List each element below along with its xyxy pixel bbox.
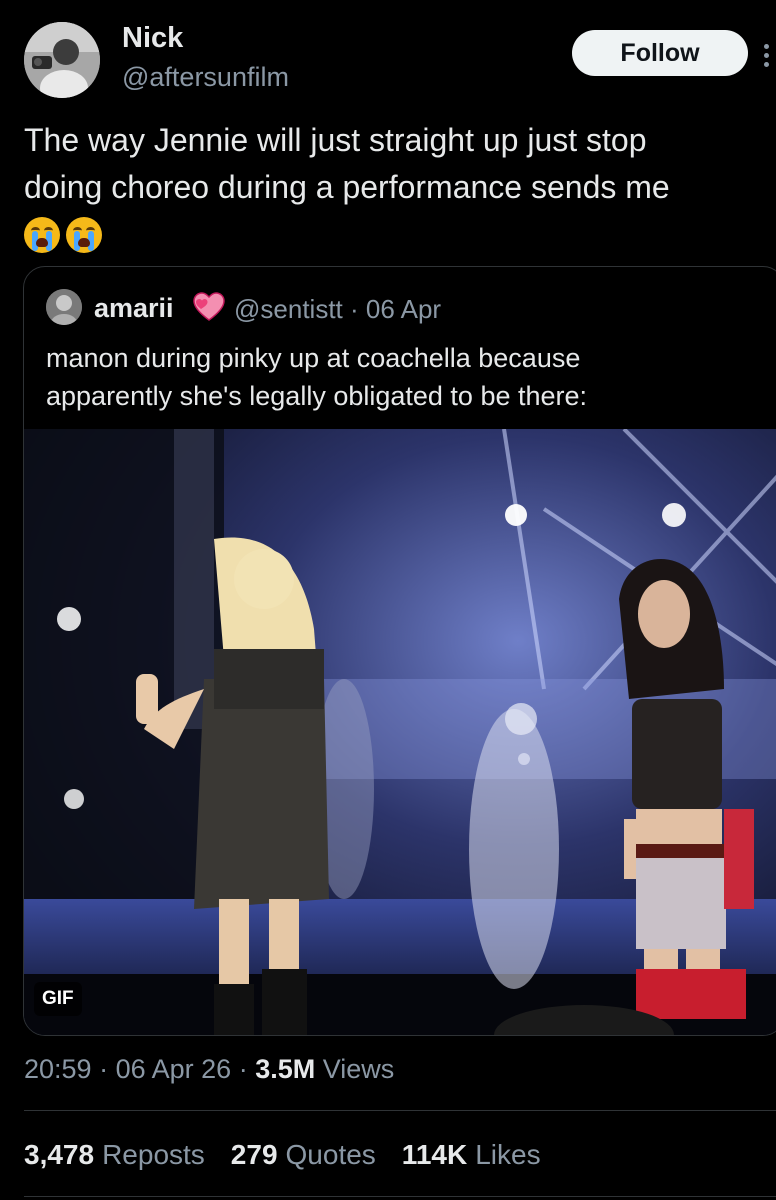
quoted-tweet[interactable]: amarii @sentistt · 06 Apr manon during p… [23, 266, 776, 1036]
likes-label: Likes [475, 1139, 541, 1170]
stage-performance-image [24, 427, 776, 1035]
likes-stat[interactable]: 114K Likes [402, 1139, 541, 1171]
reposts-label: Reposts [102, 1139, 205, 1170]
loudly-crying-face-icon [24, 217, 60, 253]
meta-separator: · [99, 1054, 116, 1084]
follow-button[interactable]: Follow [572, 30, 748, 76]
author-avatar-image [24, 22, 100, 98]
quoted-author-avatar[interactable] [46, 289, 82, 325]
author-avatar[interactable] [24, 22, 100, 98]
quotes-stat[interactable]: 279 Quotes [231, 1139, 376, 1171]
quotes-label: Quotes [285, 1139, 376, 1170]
meta-separator: · [238, 1054, 256, 1084]
revolving-hearts-icon [193, 292, 225, 321]
quoted-meta: @sentistt · 06 Apr [234, 294, 441, 325]
tweet-header: Nick @aftersunfilm Follow [0, 0, 776, 110]
views-count: 3.5M [255, 1054, 316, 1084]
tweet-timestamp: 20:59 · 06 Apr 26 · 3.5M Views [24, 1054, 394, 1085]
quoted-text-line: apparently she's legally obligated to be… [46, 381, 588, 411]
divider [24, 1196, 776, 1197]
reposts-stat[interactable]: 3,478 Reposts [24, 1139, 205, 1171]
engagement-stats: 3,478 Reposts 279 Quotes 114K Likes [24, 1139, 541, 1171]
gif-badge: GIF [34, 982, 82, 1016]
loudly-crying-face-icon [66, 217, 102, 253]
tweet-text: The way Jennie will just straight up jus… [24, 117, 764, 211]
quoted-avatar-image [46, 289, 82, 325]
tweet-date[interactable]: 06 Apr 26 [116, 1054, 232, 1084]
likes-count: 114K [401, 1139, 468, 1170]
tweet-text-line: The way Jennie will just straight up jus… [24, 122, 647, 158]
quoted-author-handle[interactable]: @sentistt [234, 294, 343, 324]
author-handle[interactable]: @aftersunfilm [122, 62, 289, 93]
quoted-text: manon during pinky up at coachella becau… [46, 339, 766, 415]
reposts-count: 3,478 [24, 1139, 95, 1170]
views-label: Views [322, 1054, 395, 1084]
quoted-author-name[interactable]: amarii [94, 293, 174, 324]
divider [24, 1110, 776, 1111]
quoted-text-line: manon during pinky up at coachella becau… [46, 343, 581, 373]
meta-separator: · [350, 294, 366, 324]
quoted-date[interactable]: 06 Apr [366, 294, 441, 324]
author-name[interactable]: Nick [122, 22, 183, 55]
more-options-icon[interactable] [764, 44, 770, 68]
tweet-time[interactable]: 20:59 [24, 1054, 92, 1084]
tweet-emojis [24, 217, 102, 253]
gif-media[interactable] [24, 427, 776, 1035]
tweet-text-line: doing choreo during a performance sends … [24, 169, 670, 205]
quotes-count: 279 [230, 1139, 278, 1170]
